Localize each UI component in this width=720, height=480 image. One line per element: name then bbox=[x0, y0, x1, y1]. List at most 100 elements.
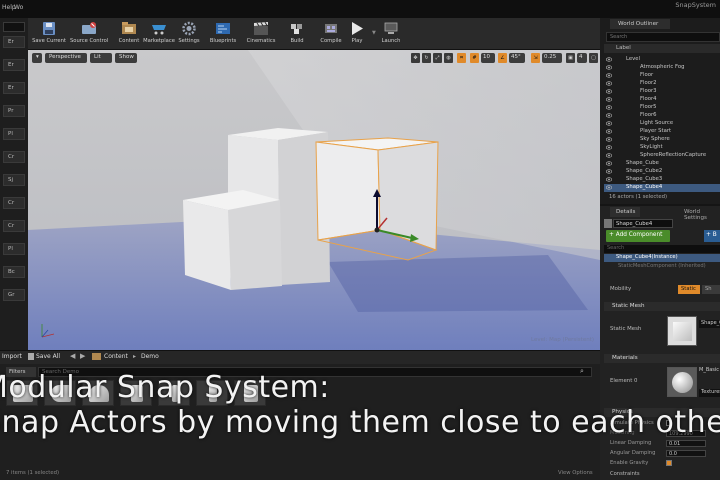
mesh-asset-picker[interactable]: Shape_Cube bbox=[699, 320, 720, 328]
surface-snap-icon[interactable]: ⌗ bbox=[457, 53, 466, 63]
rotation-snap-value[interactable]: 45° bbox=[509, 53, 525, 63]
outliner-item[interactable]: Sky Sphere bbox=[604, 136, 720, 144]
visibility-eye-icon[interactable] bbox=[605, 161, 613, 166]
import-button[interactable]: Import bbox=[2, 353, 22, 360]
grid-snap-icon[interactable]: # bbox=[470, 53, 479, 63]
scale-mode-icon[interactable]: ⤢ bbox=[433, 53, 442, 63]
mode-item[interactable]: Cr bbox=[3, 220, 25, 232]
outliner-item[interactable]: Shape_Cube3 bbox=[604, 176, 720, 184]
visibility-eye-icon[interactable] bbox=[605, 113, 613, 118]
outliner-item[interactable]: Floor bbox=[604, 72, 720, 80]
outliner-item[interactable]: SkyLight bbox=[604, 144, 720, 152]
outliner-item[interactable]: Atmospheric Fog bbox=[604, 64, 720, 72]
visibility-eye-icon[interactable] bbox=[605, 97, 613, 102]
grid-snap-value[interactable]: 10 bbox=[481, 53, 495, 63]
breadcrumb-content[interactable]: Content bbox=[104, 353, 128, 360]
mode-item[interactable]: Er bbox=[3, 82, 25, 94]
scale-snap-icon[interactable]: ⇲ bbox=[531, 53, 540, 63]
camera-speed-icon[interactable]: ▣ bbox=[566, 53, 575, 63]
mode-item[interactable]: Pr bbox=[3, 105, 25, 117]
save-all-button[interactable]: Save All bbox=[36, 353, 60, 360]
details-search-input[interactable]: Search bbox=[604, 245, 720, 253]
forward-arrow-icon[interactable]: ▶ bbox=[80, 352, 85, 360]
level-viewport[interactable]: ▾ Perspective Lit Show ✥ ↻ ⤢ ◍ ⌗ # 10 ∠ … bbox=[28, 50, 600, 350]
source-control-button[interactable]: Source Control bbox=[70, 20, 108, 48]
view-options-button[interactable]: View Options bbox=[558, 470, 593, 476]
world-space-icon[interactable]: ◍ bbox=[444, 53, 453, 63]
save-current-button[interactable]: Save Current bbox=[30, 20, 68, 48]
outliner-label-column[interactable]: Label bbox=[604, 44, 720, 53]
visibility-eye-icon[interactable] bbox=[605, 137, 613, 142]
add-component-button[interactable]: + Add Component bbox=[606, 230, 670, 242]
component-instance-row[interactable]: Shape_Cube4(Instance) bbox=[604, 254, 720, 262]
visibility-eye-icon[interactable] bbox=[605, 145, 613, 150]
visibility-eye-icon[interactable] bbox=[605, 81, 613, 86]
modes-search[interactable] bbox=[3, 22, 25, 32]
outliner-item[interactable]: SphereReflectionCapture bbox=[604, 152, 720, 160]
angular-damping-input[interactable]: 0.0 bbox=[666, 450, 706, 457]
menu-window[interactable]: Wo bbox=[14, 4, 23, 11]
mobility-static-button[interactable]: Static bbox=[678, 285, 700, 294]
outliner-search-input[interactable]: Search bbox=[606, 32, 720, 42]
static-mesh-component-row[interactable]: StaticMeshComponent (Inherited) bbox=[604, 263, 720, 271]
constraints-section[interactable]: Constraints bbox=[610, 471, 640, 477]
rotation-snap-icon[interactable]: ∠ bbox=[498, 53, 507, 63]
breadcrumb-demo[interactable]: Demo bbox=[141, 353, 159, 360]
rotate-mode-icon[interactable]: ↻ bbox=[422, 53, 431, 63]
mode-item[interactable]: Pl bbox=[3, 128, 25, 140]
mode-item[interactable]: Pl bbox=[3, 243, 25, 255]
scale-snap-value[interactable]: 0.25 bbox=[542, 53, 562, 63]
outliner-item[interactable]: Light Source bbox=[604, 120, 720, 128]
mode-item[interactable]: Bc bbox=[3, 266, 25, 278]
view-mode-lit-button[interactable]: Lit bbox=[90, 53, 112, 63]
static-mesh-section[interactable]: Static Mesh bbox=[604, 302, 720, 311]
viewport-options-button[interactable]: ▾ bbox=[32, 53, 42, 63]
translate-mode-icon[interactable]: ✥ bbox=[411, 53, 420, 63]
maximize-viewport-icon[interactable]: ▢ bbox=[589, 53, 598, 63]
material-thumbnail[interactable] bbox=[667, 367, 697, 397]
blueprint-add-script-button[interactable]: + B bbox=[704, 230, 720, 242]
tab-details[interactable]: Details bbox=[610, 207, 640, 217]
visibility-eye-icon[interactable] bbox=[605, 169, 613, 174]
visibility-eye-icon[interactable] bbox=[605, 153, 613, 158]
outliner-item[interactable]: Shape_Cube2 bbox=[604, 168, 720, 176]
outliner-item[interactable]: Floor2 bbox=[604, 80, 720, 88]
outliner-item[interactable]: Level bbox=[604, 56, 720, 64]
visibility-eye-icon[interactable] bbox=[605, 65, 613, 70]
play-button[interactable]: Play bbox=[338, 20, 376, 48]
outliner-item[interactable]: Floor3 bbox=[604, 88, 720, 96]
build-button[interactable]: Build bbox=[278, 20, 316, 48]
outliner-item[interactable]: Floor6 bbox=[604, 112, 720, 120]
materials-section[interactable]: Materials bbox=[604, 354, 720, 363]
mode-item[interactable]: Er bbox=[3, 36, 25, 48]
launch-button[interactable]: Launch bbox=[372, 20, 410, 48]
material-asset-picker[interactable]: Textures bbox=[699, 389, 720, 397]
tab-world-outliner[interactable]: World Outliner bbox=[610, 19, 670, 29]
actor-name-field[interactable]: Shape_Cube4 bbox=[613, 219, 673, 228]
outliner-item[interactable]: Player Start bbox=[604, 128, 720, 136]
outliner-item[interactable]: Shape_Cube4 bbox=[604, 184, 720, 192]
visibility-eye-icon[interactable] bbox=[605, 89, 613, 94]
visibility-eye-icon[interactable] bbox=[605, 73, 613, 78]
camera-speed-value[interactable]: 4 bbox=[577, 53, 587, 63]
settings-button[interactable]: Settings bbox=[170, 20, 208, 48]
visibility-eye-icon[interactable] bbox=[605, 105, 613, 110]
cinematics-button[interactable]: Cinematics bbox=[242, 20, 280, 48]
tab-world-settings[interactable]: World Settings bbox=[676, 207, 720, 221]
outliner-item[interactable]: Floor5 bbox=[604, 104, 720, 112]
mesh-thumbnail[interactable] bbox=[667, 316, 697, 346]
outliner-item[interactable]: Shape_Cube bbox=[604, 160, 720, 168]
visibility-eye-icon[interactable] bbox=[605, 129, 613, 134]
enable-gravity-checkbox[interactable] bbox=[666, 460, 672, 466]
visibility-eye-icon[interactable] bbox=[605, 121, 613, 126]
mode-item[interactable]: Sj bbox=[3, 174, 25, 186]
mode-item[interactable]: Gr bbox=[3, 289, 25, 301]
linear-damping-input[interactable]: 0.01 bbox=[666, 440, 706, 447]
blueprints-button[interactable]: Blueprints bbox=[204, 20, 242, 48]
visibility-eye-icon[interactable] bbox=[605, 177, 613, 182]
outliner-item[interactable]: Floor4 bbox=[604, 96, 720, 104]
mode-item[interactable]: Er bbox=[3, 59, 25, 71]
perspective-button[interactable]: Perspective bbox=[45, 53, 87, 63]
visibility-eye-icon[interactable] bbox=[605, 57, 613, 62]
back-arrow-icon[interactable]: ◀ bbox=[70, 352, 75, 360]
